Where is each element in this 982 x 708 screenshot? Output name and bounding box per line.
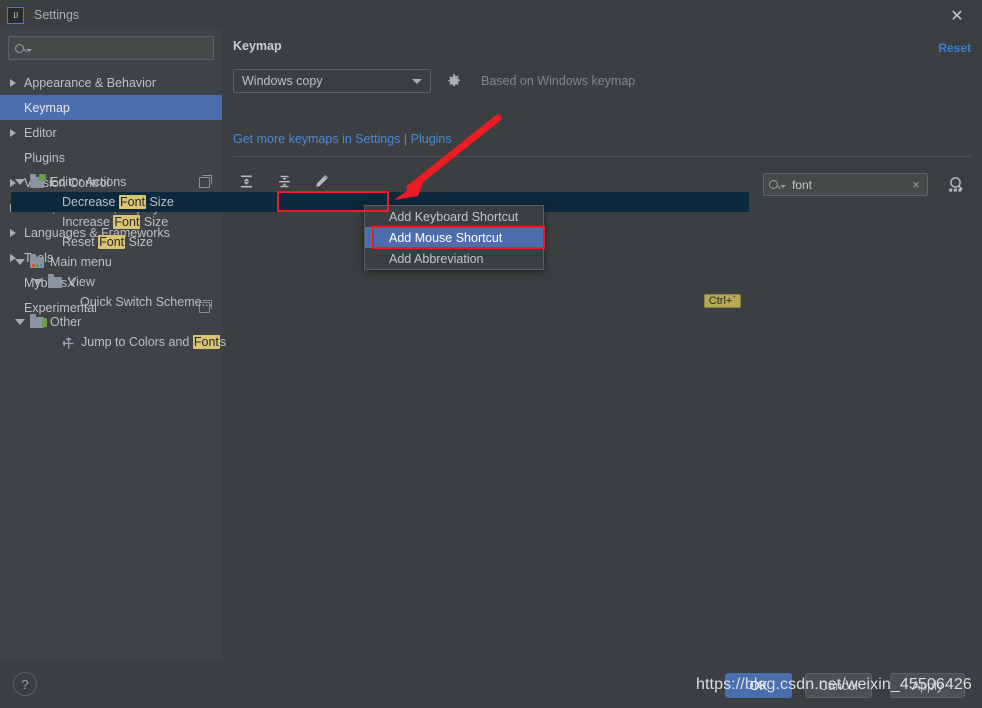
cancel-button[interactable]: Cancel [805, 673, 872, 698]
menu-item-label: Add Keyboard Shortcut [389, 209, 519, 224]
sidebar-item-keymap[interactable]: Keymap [0, 95, 222, 120]
folder-multi-icon [30, 313, 47, 328]
folder-dots-icon [30, 253, 44, 268]
settings-dialog: IJ Settings ✕ Appearance & Behavior Keyma… [0, 0, 982, 708]
chevron-down-icon[interactable] [15, 259, 25, 265]
tree-row-label: Editor Actions [50, 175, 126, 189]
sidebar-item-appearance-behavior[interactable]: Appearance & Behavior [0, 70, 222, 95]
based-on-label: Based on Windows keymap [481, 74, 636, 88]
get-more-keymaps-link[interactable]: Get more keymaps in Settings | Plugins [233, 132, 452, 146]
label-text: s [219, 335, 227, 349]
search-match-highlight: Font [118, 195, 146, 209]
label-text: Other [50, 315, 82, 329]
tree-row-jump-to-colors-and-fonts[interactable]: ⚒ Jump to Colors and Fonts [11, 332, 749, 352]
chevron-right-icon[interactable] [10, 128, 16, 137]
folder-green-icon [30, 173, 46, 188]
tree-row-quick-switch-scheme[interactable]: Quick Switch Scheme... Ctrl+` [11, 292, 749, 312]
label-text: Main menu [50, 255, 112, 269]
dialog-footer: ? OK Cancel Apply [0, 660, 982, 708]
tree-row-other[interactable]: Other [11, 312, 749, 332]
tree-row-label: Other [50, 315, 81, 329]
chevron-down-icon[interactable] [15, 319, 25, 325]
close-icon[interactable]: ✕ [946, 6, 968, 28]
tree-row-label: Quick Switch Scheme... [80, 295, 212, 309]
page-title: Keymap [233, 39, 282, 53]
search-match-highlight: Font [113, 215, 141, 229]
shortcut-badge: Ctrl+` [703, 294, 741, 308]
window-title: Settings [34, 8, 80, 22]
divider [233, 156, 971, 157]
tree-row-label: Main menu [50, 255, 112, 269]
label-text: Size [125, 235, 153, 249]
chevron-down-icon [780, 185, 786, 188]
search-icon [769, 180, 778, 189]
tree-row-label: Reset Font Size [62, 235, 153, 249]
keymap-select-value: Windows copy [242, 74, 323, 88]
menu-item-label: Add Mouse Shortcut [389, 230, 503, 245]
chevron-down-icon [412, 78, 422, 84]
label-text: Reset [62, 235, 99, 249]
sidebar-item-label: Keymap [24, 100, 70, 115]
search-icon [15, 43, 24, 53]
label-text: Jump to Colors and [81, 335, 193, 349]
label-text: Size [140, 215, 169, 229]
ok-button[interactable]: OK [725, 673, 792, 698]
tree-row-view[interactable]: View [11, 272, 749, 292]
search-match-highlight: Font [98, 235, 126, 249]
menu-item-add-keyboard-shortcut[interactable]: Add Keyboard Shortcut [365, 206, 543, 227]
sidebar-search-wrap [0, 30, 222, 68]
wrench-icon: ⚒ [58, 333, 78, 353]
label-text: Editor Actions [50, 175, 127, 189]
shortcut-filter-value[interactable]: font [792, 178, 912, 192]
sidebar-item-plugins[interactable]: Plugins [0, 145, 222, 170]
title-bar: IJ Settings ✕ [0, 0, 982, 30]
tree-row-label: View [68, 275, 95, 289]
keymap-select[interactable]: Windows copy [233, 69, 431, 93]
label-text: View [68, 275, 95, 289]
label-text: Quick Switch Scheme... [80, 295, 212, 309]
sidebar-item-label: Appearance & Behavior [24, 75, 157, 90]
sidebar-item-label: Plugins [24, 150, 65, 165]
search-input[interactable] [8, 36, 214, 60]
apply-button[interactable]: Apply [890, 673, 965, 698]
reset-link[interactable]: Reset [938, 41, 971, 55]
find-by-shortcut-icon[interactable] [946, 175, 966, 195]
chevron-down-icon[interactable] [33, 279, 43, 285]
tree-row-label: Decrease Font Size [62, 195, 174, 209]
help-button[interactable]: ? [13, 672, 37, 696]
menu-item-add-abbreviation[interactable]: Add Abbreviation [365, 248, 543, 269]
chevron-right-icon[interactable] [10, 78, 16, 87]
menu-item-add-mouse-shortcut[interactable]: Add Mouse Shortcut [365, 227, 543, 248]
clear-icon[interactable]: × [912, 177, 922, 192]
search-match-highlight: Font [192, 335, 220, 349]
tree-row-label: Jump to Colors and Fonts [81, 335, 226, 349]
sidebar-item-label: Editor [24, 125, 57, 140]
shortcut-filter-input[interactable]: font × [763, 173, 928, 196]
sidebar-item-editor[interactable]: Editor [0, 120, 222, 145]
intellij-logo-icon: IJ [7, 6, 24, 24]
chevron-down-icon[interactable] [15, 179, 25, 185]
gear-icon[interactable] [446, 73, 462, 89]
label-text: Size [146, 195, 174, 209]
context-menu[interactable]: Add Keyboard Shortcut Add Mouse Shortcut A… [364, 205, 544, 270]
label-text: Decrease [62, 195, 119, 209]
folder-plain-icon [48, 273, 62, 288]
keymap-selector-row: Windows copy Based on Windows keymap [233, 69, 635, 93]
tree-row-editor-actions[interactable]: Editor Actions [11, 172, 749, 192]
label-text: Increase [62, 215, 114, 229]
menu-item-label: Add Abbreviation [389, 251, 484, 266]
tree-row-label: Increase Font Size [62, 215, 168, 229]
